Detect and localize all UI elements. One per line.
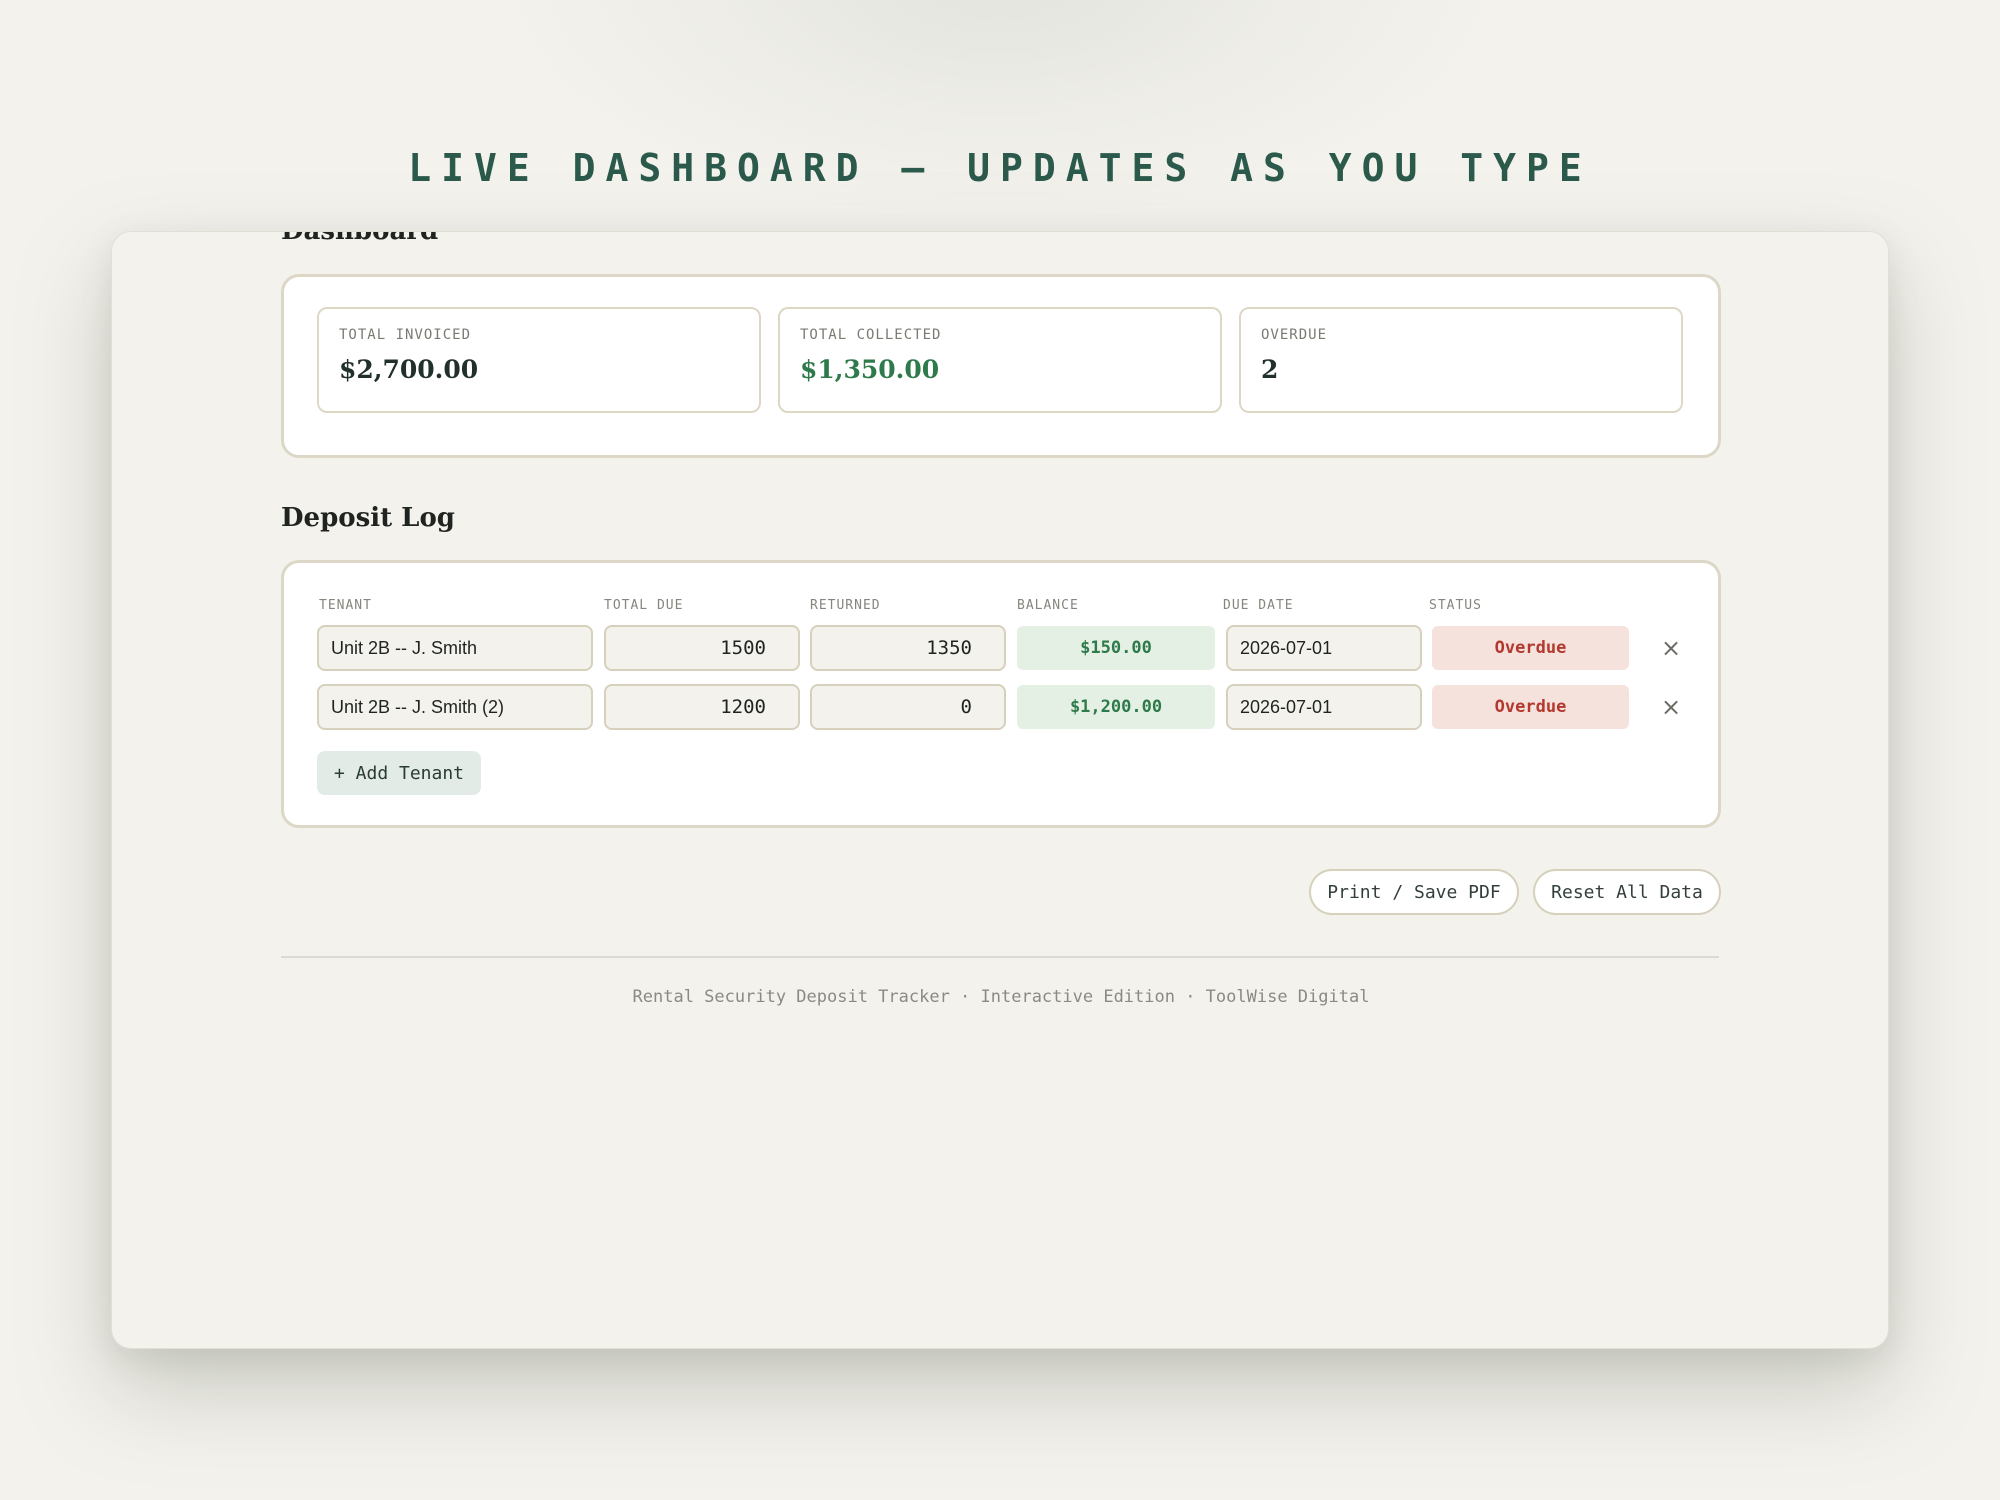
column-header-balance: BALANCE (1017, 598, 1079, 613)
app-window: Dashboard TOTAL INVOICED $2,700.00 TOTAL… (111, 231, 1889, 1349)
deposit-log-title: Deposit Log (281, 503, 455, 533)
page-headline: LIVE DASHBOARD — UPDATES AS YOU TYPE (408, 146, 1592, 190)
reset-all-data-button[interactable]: Reset All Data (1533, 869, 1721, 915)
stat-card-total-collected: TOTAL COLLECTED $1,350.00 (778, 307, 1222, 413)
print-save-pdf-button[interactable]: Print / Save PDF (1309, 869, 1519, 915)
close-icon[interactable]: × (1656, 692, 1686, 722)
column-header-due-date: DUE DATE (1223, 598, 1294, 613)
deposit-log-panel: TENANT TOTAL DUE RETURNED BALANCE DUE DA… (281, 560, 1721, 828)
stat-label: OVERDUE (1261, 327, 1328, 343)
add-tenant-button[interactable]: + Add Tenant (317, 751, 481, 795)
stat-card-total-invoiced: TOTAL INVOICED $2,700.00 (317, 307, 761, 413)
column-header-status: STATUS (1429, 598, 1482, 613)
dashboard-title: Dashboard (281, 231, 439, 246)
stat-value-overdue: 2 (1261, 355, 1279, 384)
dashboard-panel: TOTAL INVOICED $2,700.00 TOTAL COLLECTED… (281, 274, 1721, 458)
status-badge: Overdue (1432, 626, 1629, 670)
stat-card-overdue: OVERDUE 2 (1239, 307, 1683, 413)
close-icon[interactable]: × (1656, 633, 1686, 663)
stat-label: TOTAL COLLECTED (800, 327, 942, 343)
total-due-input[interactable]: 1200 (604, 684, 800, 730)
stat-label: TOTAL INVOICED (339, 327, 472, 343)
footer-divider (281, 956, 1719, 958)
balance-value: $1,200.00 (1017, 685, 1215, 729)
tenant-input[interactable]: Unit 2B -- J. Smith (317, 625, 593, 671)
column-header-total-due: TOTAL DUE (604, 598, 684, 613)
returned-input[interactable]: 0 (810, 684, 1006, 730)
column-header-tenant: TENANT (319, 598, 372, 613)
status-badge: Overdue (1432, 685, 1629, 729)
balance-value: $150.00 (1017, 626, 1215, 670)
returned-input[interactable]: 1350 (810, 625, 1006, 671)
tenant-input[interactable]: Unit 2B -- J. Smith (2) (317, 684, 593, 730)
due-date-input[interactable]: 2026-07-01 (1226, 625, 1422, 671)
stat-value-total-collected: $1,350.00 (800, 355, 940, 384)
footer-text: Rental Security Deposit Tracker · Intera… (632, 987, 1370, 1007)
total-due-input[interactable]: 1500 (604, 625, 800, 671)
column-header-returned: RETURNED (810, 598, 881, 613)
due-date-input[interactable]: 2026-07-01 (1226, 684, 1422, 730)
stat-value-total-invoiced: $2,700.00 (339, 355, 479, 384)
